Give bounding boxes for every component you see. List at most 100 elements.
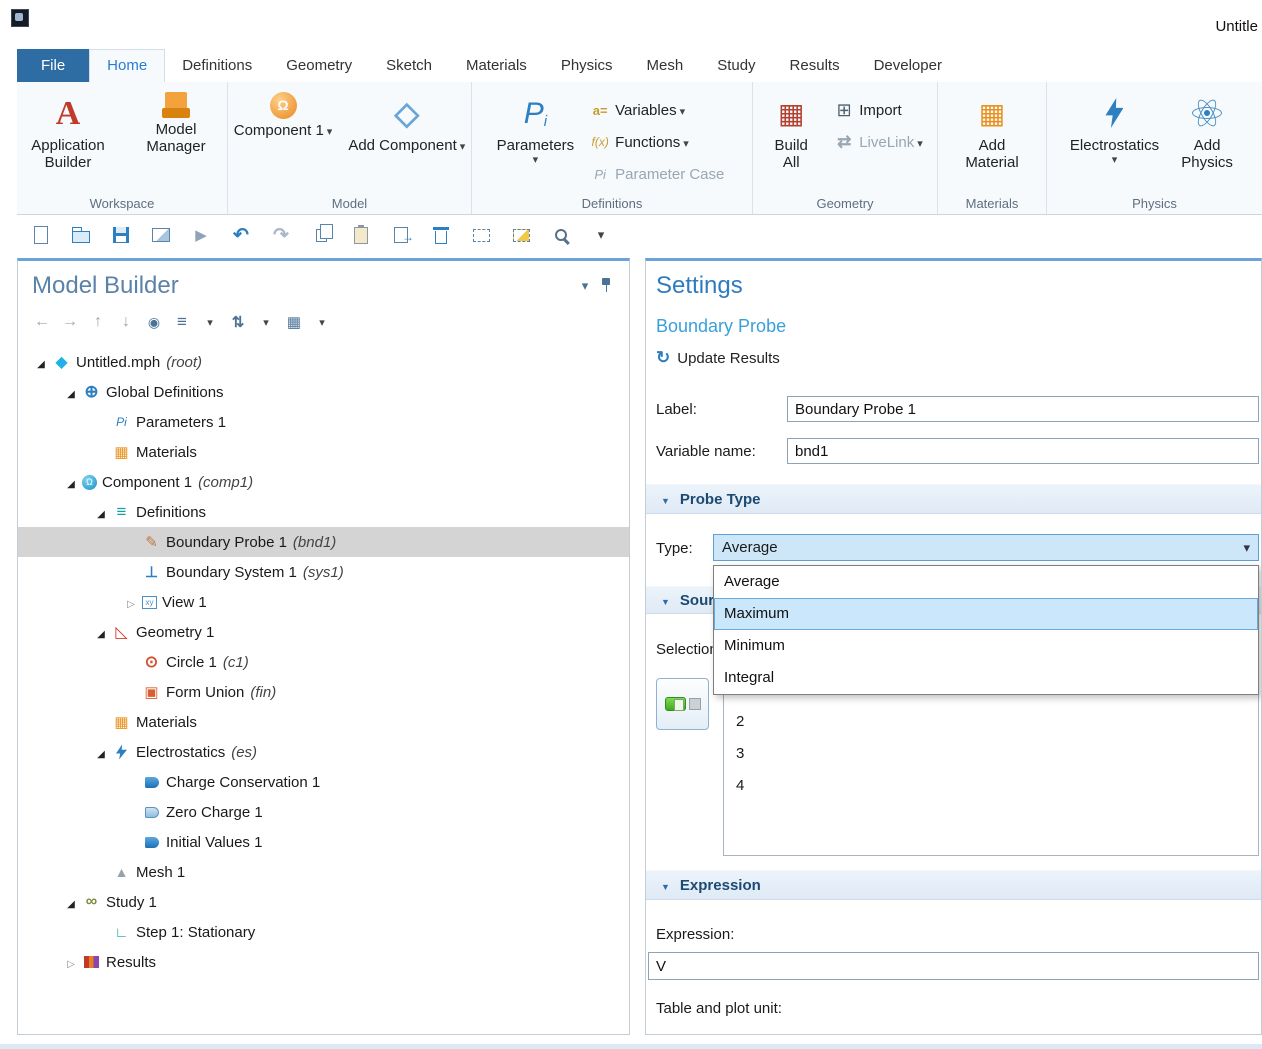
add-physics-button[interactable]: Add Physics — [1170, 90, 1244, 173]
tree-item-form-union[interactable]: Form Union (fin) — [18, 677, 629, 707]
tree-item-root[interactable]: Untitled.mph (root) — [18, 347, 629, 377]
ribbon-group-geometry: Build All Import LiveLink Geometry — [753, 82, 938, 214]
selection-list-item[interactable]: 2 — [724, 706, 1258, 738]
update-results-button[interactable]: Update Results — [656, 348, 780, 368]
tab-sketch[interactable]: Sketch — [369, 49, 449, 82]
copy-icon[interactable] — [309, 223, 333, 247]
expander-icon[interactable] — [60, 954, 82, 971]
import-button[interactable]: Import — [829, 94, 931, 126]
expander-icon[interactable] — [90, 624, 112, 641]
livelink-button[interactable]: LiveLink — [829, 126, 931, 158]
variables-button[interactable]: Variables — [585, 94, 732, 126]
tree-item-initial-values[interactable]: Initial Values 1 — [18, 827, 629, 857]
forward-icon[interactable] — [58, 311, 82, 333]
tree-item-parameters[interactable]: Parameters 1 — [18, 407, 629, 437]
tree-item-results[interactable]: Results — [18, 947, 629, 977]
tree-item-electrostatics[interactable]: Electrostatics (es) — [18, 737, 629, 767]
show-icon[interactable] — [142, 311, 166, 333]
tree-item-circle[interactable]: Circle 1 (c1) — [18, 647, 629, 677]
tree-item-global-definitions[interactable]: Global Definitions — [18, 377, 629, 407]
component-button[interactable]: Component 1 — [229, 90, 338, 143]
parameter-case-button[interactable]: Parameter Case — [585, 158, 732, 190]
expander-icon[interactable] — [30, 354, 52, 371]
selection-list-item[interactable]: 4 — [724, 770, 1258, 802]
add-component-button[interactable]: Add Component — [343, 90, 470, 158]
toolbar-overflow-caret-icon[interactable] — [589, 223, 613, 247]
pin-icon[interactable] — [597, 276, 615, 296]
node-order-icon[interactable] — [226, 311, 250, 333]
dropdown-caret-icon[interactable] — [254, 311, 278, 333]
tree-item-global-materials[interactable]: Materials — [18, 437, 629, 467]
delete-icon[interactable] — [429, 223, 453, 247]
tab-mesh[interactable]: Mesh — [630, 49, 701, 82]
functions-button[interactable]: Functions — [585, 126, 732, 158]
move-down-icon[interactable] — [114, 311, 138, 333]
variable-name-input[interactable] — [787, 438, 1259, 464]
active-toggle-button[interactable] — [656, 678, 709, 730]
tab-definitions[interactable]: Definitions — [165, 49, 269, 82]
electrostatics-button[interactable]: Electrostatics — [1065, 90, 1164, 168]
type-option-average[interactable]: Average — [714, 566, 1258, 598]
parameters-button[interactable]: Parameters — [492, 90, 580, 168]
tree-item-definitions[interactable]: Definitions — [18, 497, 629, 527]
open-file-icon[interactable] — [69, 223, 93, 247]
box-select-icon[interactable] — [469, 223, 493, 247]
type-option-maximum[interactable]: Maximum — [714, 598, 1258, 630]
tree-item-mesh[interactable]: Mesh 1 — [18, 857, 629, 887]
expander-icon[interactable] — [60, 384, 82, 401]
type-option-minimum[interactable]: Minimum — [714, 630, 1258, 662]
expander-icon[interactable] — [90, 744, 112, 761]
type-select[interactable]: Average — [713, 534, 1259, 561]
run-icon[interactable] — [189, 223, 213, 247]
model-manager-button[interactable]: Model Manager — [125, 90, 227, 157]
tree-item-boundary-probe[interactable]: Boundary Probe 1 (bnd1) — [18, 527, 629, 557]
tab-materials[interactable]: Materials — [449, 49, 544, 82]
back-icon[interactable] — [30, 311, 54, 333]
tree-item-boundary-system[interactable]: Boundary System 1 (sys1) — [18, 557, 629, 587]
expression-input[interactable] — [648, 952, 1259, 980]
probe-type-section-header[interactable]: Probe Type — [646, 484, 1261, 514]
collapse-expand-icon[interactable] — [170, 311, 194, 333]
highlight-select-icon[interactable] — [509, 223, 533, 247]
tree-item-zero-charge[interactable]: Zero Charge 1 — [18, 797, 629, 827]
tab-results[interactable]: Results — [773, 49, 857, 82]
move-up-icon[interactable] — [86, 311, 110, 333]
label-input[interactable] — [787, 396, 1259, 422]
tab-developer[interactable]: Developer — [857, 49, 959, 82]
selection-list[interactable]: 1 2 3 4 — [723, 673, 1259, 856]
paste-icon[interactable] — [349, 223, 373, 247]
expander-icon[interactable] — [60, 894, 82, 911]
tree-item-charge-conservation[interactable]: Charge Conservation 1 — [18, 767, 629, 797]
dropdown-caret-icon[interactable] — [198, 311, 222, 333]
tab-home[interactable]: Home — [89, 49, 165, 82]
tree-item-view[interactable]: View 1 — [18, 587, 629, 617]
dropdown-caret-icon[interactable] — [310, 311, 334, 333]
application-builder-button[interactable]: Application Builder — [17, 90, 119, 173]
tree-item-materials[interactable]: Materials — [18, 707, 629, 737]
node-grouping-icon[interactable] — [282, 311, 306, 333]
expression-section-header[interactable]: Expression — [646, 870, 1261, 900]
redo-icon[interactable] — [269, 223, 293, 247]
add-material-button[interactable]: Add Material — [955, 90, 1029, 173]
expander-icon[interactable] — [60, 474, 82, 491]
undo-icon[interactable] — [229, 223, 253, 247]
type-option-integral[interactable]: Integral — [714, 662, 1258, 694]
panel-menu-caret-icon[interactable] — [573, 275, 597, 297]
tab-study[interactable]: Study — [700, 49, 772, 82]
duplicate-icon[interactable] — [389, 223, 413, 247]
tab-geometry[interactable]: Geometry — [269, 49, 369, 82]
tree-item-study[interactable]: Study 1 — [18, 887, 629, 917]
build-all-button[interactable]: Build All — [759, 90, 823, 173]
save-icon[interactable] — [109, 223, 133, 247]
expander-icon[interactable] — [90, 504, 112, 521]
save-image-icon[interactable] — [149, 223, 173, 247]
tree-item-geometry[interactable]: Geometry 1 — [18, 617, 629, 647]
expander-icon[interactable] — [120, 594, 142, 611]
tree-item-component[interactable]: Component 1 (comp1) — [18, 467, 629, 497]
zoom-selection-icon[interactable] — [549, 223, 573, 247]
selection-list-item[interactable]: 3 — [724, 738, 1258, 770]
tab-file[interactable]: File — [17, 49, 89, 82]
new-file-icon[interactable] — [29, 223, 53, 247]
tab-physics[interactable]: Physics — [544, 49, 630, 82]
tree-item-stationary-step[interactable]: Step 1: Stationary — [18, 917, 629, 947]
